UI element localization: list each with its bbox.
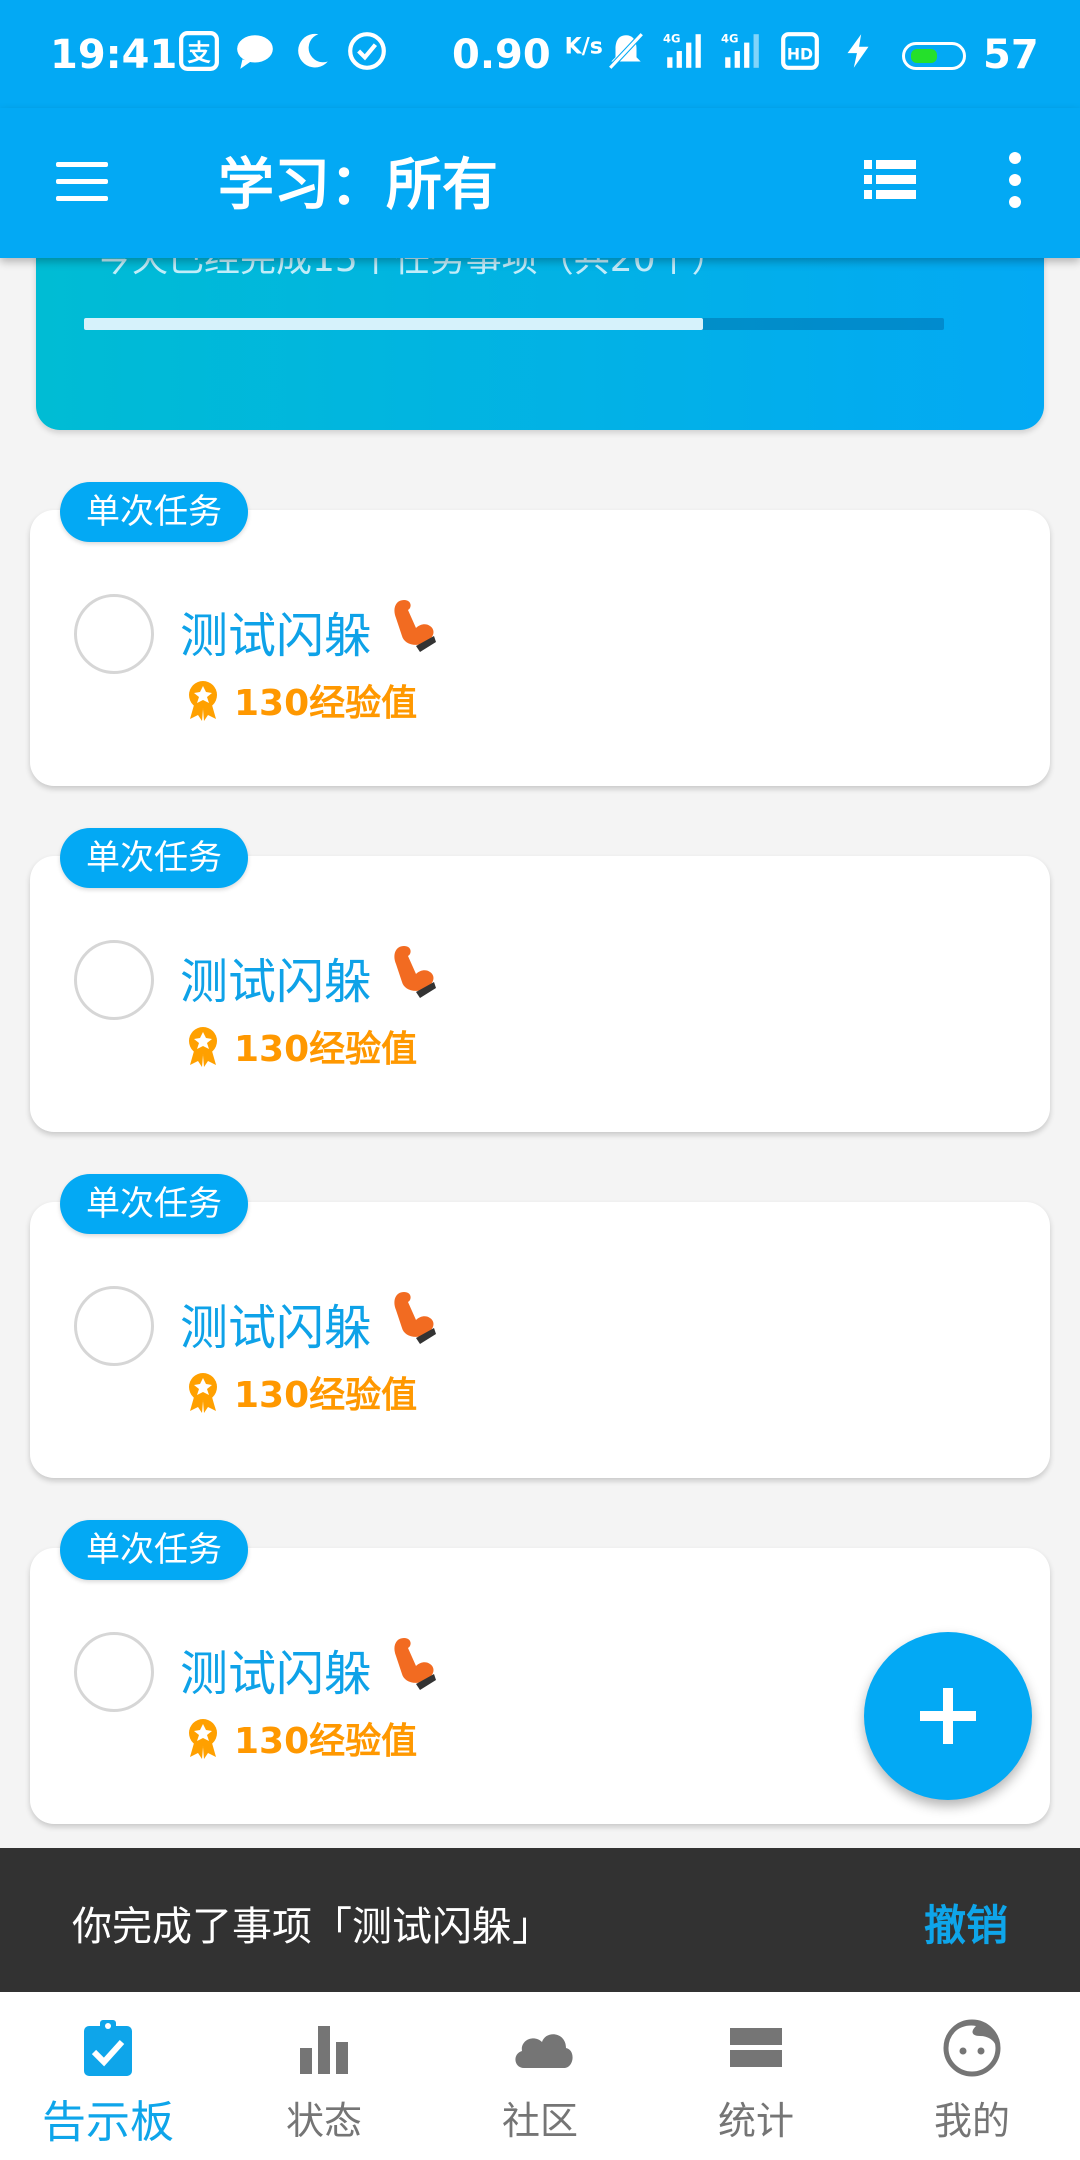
task-type-badge: 单次任务 <box>60 1520 248 1580</box>
reward-text: 130经验值 <box>234 1721 418 1762</box>
task-reward: 130经验值 <box>184 1366 417 1418</box>
system-icons: 4G 4G HD <box>605 30 879 72</box>
plus-icon <box>943 1688 953 1744</box>
app-bar: 学习：所有 <box>0 108 1080 258</box>
page-title: 学习：所有 <box>218 153 498 218</box>
svg-text:支: 支 <box>187 40 211 66</box>
nav-item-stats[interactable]: 统计 <box>648 1992 864 2160</box>
task-reward: 130经验值 <box>184 1020 417 1072</box>
more-options-button[interactable] <box>1000 148 1030 212</box>
medal-icon <box>189 1719 217 1759</box>
medal-icon <box>189 681 217 721</box>
task-card-body[interactable]: 测试闪躲 130经验值 <box>30 1202 1050 1478</box>
face-icon <box>943 2019 1001 2077</box>
task-card[interactable]: 单次任务 测试闪躲 130经验值 <box>30 482 1050 786</box>
clipboard-check-icon <box>84 2020 132 2076</box>
flexed-biceps-icon <box>394 600 436 652</box>
bottom-navigation: 告示板 状态 社区 统计 我的 <box>0 1992 1080 2160</box>
task-type-badge: 单次任务 <box>60 828 248 888</box>
nav-label: 告示板 <box>42 2097 174 2148</box>
cloud-icon <box>515 2034 573 2068</box>
status-bar: 19:41 支 0.90 K/s 4G 4G HD 57 <box>0 0 1080 108</box>
hd-icon: HD <box>781 32 819 70</box>
medal-icon <box>189 1373 217 1413</box>
undo-button[interactable]: 撤销 <box>924 1892 1008 1953</box>
layers-icon <box>730 2028 782 2067</box>
battery-level <box>911 49 937 63</box>
speed-unit: K/s <box>564 34 603 60</box>
nav-item-me[interactable]: 我的 <box>864 1992 1080 2160</box>
nav-label: 我的 <box>933 2099 1010 2143</box>
add-task-button[interactable] <box>864 1632 1032 1800</box>
message-icon <box>237 35 273 69</box>
task-title: 测试闪躲 <box>180 608 373 664</box>
svg-text:4G: 4G <box>663 32 681 46</box>
task-title: 测试闪躲 <box>180 1646 373 1702</box>
hamburger-line <box>56 196 108 201</box>
task-card-body[interactable]: 测试闪躲 130经验值 <box>30 510 1050 786</box>
task-card-body[interactable]: 测试闪躲 130经验值 <box>30 856 1050 1132</box>
reward-text: 130经验值 <box>234 1029 418 1070</box>
nav-item-community[interactable]: 社区 <box>432 1992 648 2160</box>
nav-label: 状态 <box>285 2099 362 2143</box>
complete-checkbox[interactable] <box>74 1286 154 1366</box>
progress-bar-fill <box>84 318 704 330</box>
flexed-biceps-icon <box>394 1292 436 1344</box>
signal-4g-icon: 4G <box>721 32 759 68</box>
svg-text:HD: HD <box>787 44 813 63</box>
task-type-badge: 单次任务 <box>60 1174 248 1234</box>
more-dot <box>1009 196 1021 208</box>
svg-text:4G: 4G <box>721 32 739 46</box>
signal-4g-icon: 4G <box>663 32 701 68</box>
nav-item-board[interactable]: 告示板 <box>0 1992 216 2160</box>
task-title: 测试闪躲 <box>180 1300 373 1356</box>
nav-label: 社区 <box>501 2099 578 2143</box>
more-dot <box>1009 152 1021 164</box>
complete-checkbox[interactable] <box>74 1632 154 1712</box>
menu-button[interactable] <box>52 152 112 212</box>
network-speed: 0.90 K/s <box>452 32 603 78</box>
hamburger-line <box>56 162 108 167</box>
complete-checkbox[interactable] <box>74 594 154 674</box>
flexed-biceps-icon <box>394 946 436 998</box>
alipay-icon: 支 <box>179 31 219 71</box>
list-view-icon[interactable] <box>860 150 920 210</box>
status-time: 19:41 <box>50 32 178 78</box>
task-title: 测试闪躲 <box>180 954 373 1010</box>
charging-icon <box>847 34 869 68</box>
task-type-badge: 单次任务 <box>60 482 248 542</box>
flexed-biceps-icon <box>394 1638 436 1690</box>
reward-text: 130经验值 <box>234 1375 418 1416</box>
check-circle-icon <box>348 32 386 70</box>
medal-icon <box>189 1027 217 1067</box>
task-card[interactable]: 单次任务 测试闪躲 130经验值 <box>30 1174 1050 1478</box>
snackbar-message: 你完成了事项「测试闪躲」 <box>72 1904 552 1950</box>
task-card[interactable]: 单次任务 测试闪躲 130经验值 <box>30 828 1050 1132</box>
bar-chart-icon <box>300 2026 348 2074</box>
task-reward: 130经验值 <box>184 674 417 726</box>
mute-bell-icon <box>608 32 644 70</box>
nav-item-status[interactable]: 状态 <box>216 1992 432 2160</box>
reward-text: 130经验值 <box>234 683 418 724</box>
notification-icons: 支 <box>178 30 388 72</box>
battery-icon <box>902 42 966 70</box>
moon-icon <box>298 33 328 68</box>
task-reward: 130经验值 <box>184 1712 417 1764</box>
battery-percent: 57 <box>983 32 1039 78</box>
speed-value: 0.90 <box>452 32 551 78</box>
nav-label: 统计 <box>717 2099 794 2143</box>
complete-checkbox[interactable] <box>74 940 154 1020</box>
hamburger-line <box>56 179 108 184</box>
more-dot <box>1009 174 1021 186</box>
progress-bar <box>84 318 944 330</box>
snackbar: 你完成了事项「测试闪躲」 撤销 <box>0 1848 1080 1992</box>
